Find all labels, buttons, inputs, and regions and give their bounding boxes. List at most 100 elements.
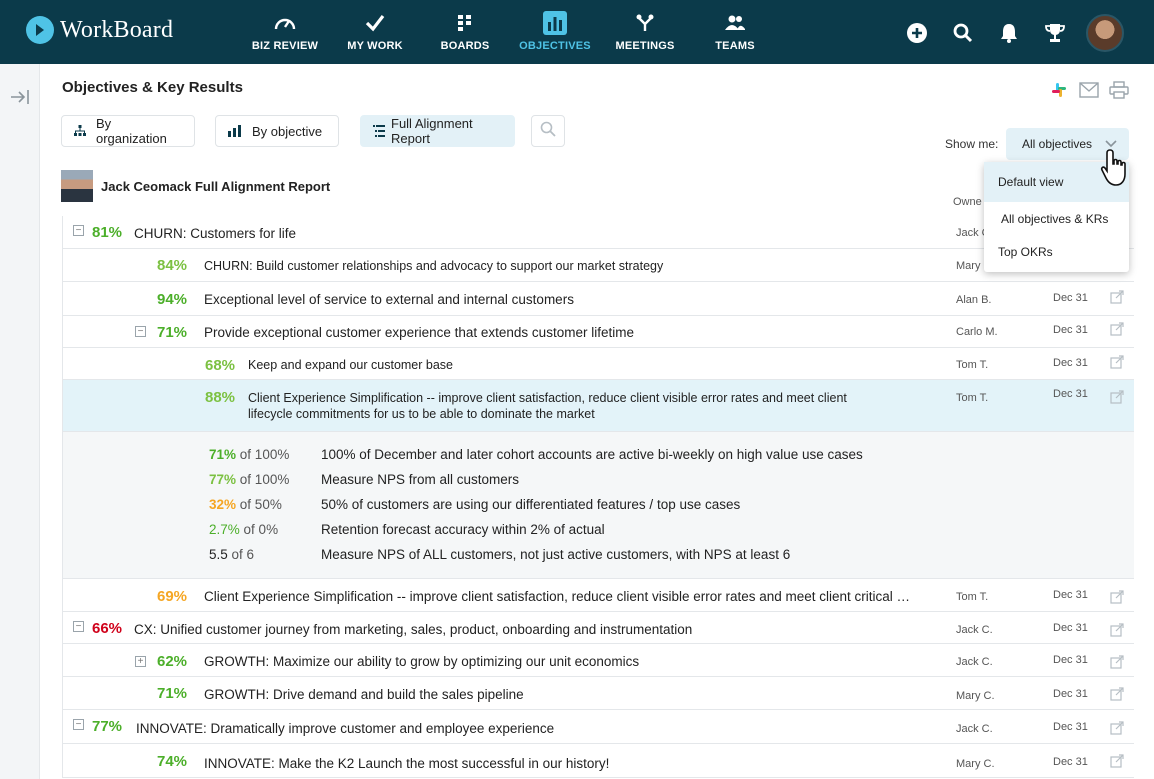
nav-objectives[interactable]: OBJECTIVES xyxy=(510,0,600,64)
search-icon xyxy=(540,121,556,142)
add-icon[interactable] xyxy=(894,15,940,51)
objective-owner: Mary C. xyxy=(956,690,995,702)
objective-row[interactable]: 94% Exceptional level of service to exte… xyxy=(62,282,1134,316)
share-icon[interactable] xyxy=(1110,390,1124,404)
key-result[interactable]: 71% of 100% 100% of December and later c… xyxy=(209,447,863,462)
share-icon[interactable] xyxy=(1110,623,1124,637)
owner-photo xyxy=(61,170,93,202)
collapse-icon[interactable]: − xyxy=(73,621,84,632)
objective-title: Client Experience Simplification -- impr… xyxy=(248,391,847,421)
objective-row[interactable]: − 71% Provide exceptional customer exper… xyxy=(62,316,1134,348)
objective-row[interactable]: + 62% GROWTH: Maximize our ability to gr… xyxy=(62,644,1134,677)
dropdown-option-all-objectives-krs[interactable]: All objectives & KRs xyxy=(984,202,1129,235)
progress-percent: 84% xyxy=(157,257,188,274)
by-organization-button[interactable]: By organization xyxy=(61,115,195,147)
boards-icon xyxy=(457,12,473,34)
objective-title: Client Experience Simplification -- impr… xyxy=(204,589,911,604)
objective-row[interactable]: 71% GROWTH: Drive demand and build the s… xyxy=(62,677,1134,710)
by-objective-label: By objective xyxy=(252,123,323,139)
objective-row[interactable]: 84% CHURN: Build customer relationships … xyxy=(62,249,1134,282)
tree-list-icon xyxy=(373,125,385,137)
objective-owner: Mary xyxy=(956,260,981,272)
progress-percent: 77% xyxy=(92,718,123,735)
objective-title: CHURN: Build customer relationships and … xyxy=(204,259,664,273)
gauge-icon xyxy=(273,12,297,34)
share-icon[interactable] xyxy=(1110,721,1124,735)
org-chart-icon xyxy=(74,125,86,137)
objective-owner: Carlo M. xyxy=(956,326,998,338)
key-result[interactable]: 77% of 100% Measure NPS from all custome… xyxy=(209,472,519,487)
full-alignment-report-label: Full Alignment Report xyxy=(391,116,473,146)
share-icon[interactable] xyxy=(1110,290,1124,304)
show-me-value: All objectives xyxy=(1022,137,1093,151)
objective-row[interactable]: − 81% CHURN: Customers for life Jack C xyxy=(62,216,1134,249)
dropdown-option-top-okrs[interactable]: Top OKRs xyxy=(984,235,1129,268)
share-icon[interactable] xyxy=(1110,590,1124,604)
kr-progress: 32% of 50% xyxy=(209,497,321,512)
objective-owner: Jack C. xyxy=(956,624,993,636)
kr-value: 5.5 xyxy=(209,547,228,562)
nav-meetings[interactable]: MEETINGS xyxy=(600,0,690,64)
kr-target: of 50% xyxy=(239,497,282,512)
key-result[interactable]: 2.7% of 0% Retention forecast accuracy w… xyxy=(209,522,605,537)
bar-chart-icon xyxy=(228,125,242,137)
slack-icon[interactable] xyxy=(1048,80,1070,100)
nav-label: BOARDS xyxy=(440,40,490,52)
collapse-icon[interactable]: − xyxy=(135,326,146,337)
progress-percent: 88% xyxy=(205,389,236,406)
kr-target: of 6 xyxy=(231,547,255,562)
kr-value: 32% xyxy=(209,497,237,512)
key-result[interactable]: 5.5 of 6 Measure NPS of ALL customers, n… xyxy=(209,547,790,562)
share-icon[interactable] xyxy=(1110,687,1124,701)
kr-value: 77% xyxy=(209,472,237,487)
search-icon[interactable] xyxy=(940,15,986,51)
objective-owner: Mary C. xyxy=(956,758,995,770)
print-icon[interactable] xyxy=(1108,80,1130,100)
share-icon[interactable] xyxy=(1110,322,1124,336)
nav-label: MEETINGS xyxy=(615,40,675,52)
kr-target: of 100% xyxy=(239,447,290,462)
progress-percent: 71% xyxy=(157,324,188,341)
email-icon[interactable] xyxy=(1078,80,1100,100)
expand-icon[interactable]: + xyxy=(135,656,146,667)
nav-biz-review[interactable]: BIZ REVIEW xyxy=(240,0,330,64)
main-nav: BIZ REVIEW MY WORK BOARDS OBJECTIVES MEE… xyxy=(240,0,780,64)
objective-row[interactable]: 68% Keep and expand our customer base To… xyxy=(62,348,1134,380)
key-result[interactable]: 32% of 50% 50% of customers are using ou… xyxy=(209,497,740,512)
nav-label: MY WORK xyxy=(347,40,403,52)
progress-percent: 74% xyxy=(157,753,188,770)
trophy-icon[interactable] xyxy=(1032,15,1078,51)
check-icon xyxy=(365,12,385,34)
progress-percent: 81% xyxy=(92,224,123,241)
full-alignment-report-button[interactable]: Full Alignment Report xyxy=(360,115,515,147)
share-icon[interactable] xyxy=(1110,754,1124,768)
collapse-icon[interactable]: − xyxy=(73,719,84,730)
show-me-label: Show me: xyxy=(945,137,999,151)
workboard-logo[interactable]: WorkBoard xyxy=(26,16,173,44)
nav-boards[interactable]: BOARDS xyxy=(420,0,510,64)
objective-row[interactable]: 69% Client Experience Simplification -- … xyxy=(62,579,1134,612)
objective-title: CHURN: Customers for life xyxy=(134,226,297,241)
objective-row-selected[interactable]: 88% Client Experience Simplification -- … xyxy=(62,380,1134,432)
share-icon[interactable] xyxy=(1110,655,1124,669)
nav-my-work[interactable]: MY WORK xyxy=(330,0,420,64)
by-objective-button[interactable]: By objective xyxy=(215,115,339,147)
objective-row[interactable]: − 66% CX: Unified customer journey from … xyxy=(62,612,1134,644)
nav-teams[interactable]: TEAMS xyxy=(690,0,780,64)
report-name: Jack Ceomack Full Alignment Report xyxy=(101,179,331,194)
kr-value: 71% xyxy=(209,447,237,462)
collapse-icon[interactable]: − xyxy=(73,225,84,236)
progress-percent: 68% xyxy=(205,357,236,374)
progress-percent: 69% xyxy=(157,588,188,605)
expand-sidebar-icon[interactable] xyxy=(10,88,30,106)
search-button[interactable] xyxy=(531,115,565,147)
share-icon[interactable] xyxy=(1110,355,1124,369)
kr-value: 2.7% xyxy=(209,522,240,537)
user-avatar[interactable] xyxy=(1086,14,1124,52)
objective-row[interactable]: − 77% INNOVATE: Dramatically improve cus… xyxy=(62,710,1134,744)
kr-progress: 71% of 100% xyxy=(209,447,321,462)
objective-title: CX: Unified customer journey from market… xyxy=(134,622,693,637)
bell-icon[interactable] xyxy=(986,15,1032,51)
objective-row[interactable]: 74% INNOVATE: Make the K2 Launch the mos… xyxy=(62,744,1134,778)
objective-due-date: Dec 31 xyxy=(1053,688,1088,700)
